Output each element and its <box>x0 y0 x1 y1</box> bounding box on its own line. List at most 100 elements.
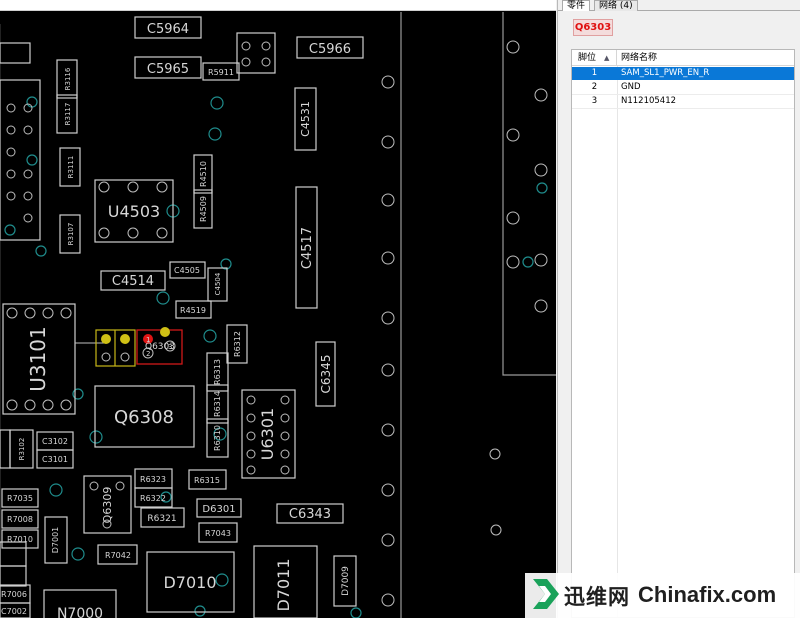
svg-text:R7035: R7035 <box>7 494 33 503</box>
component-C5966[interactable]: C5966 <box>296 36 364 59</box>
column-header-net[interactable]: 网络名称 <box>618 50 657 66</box>
svg-text:R3102: R3102 <box>18 438 26 461</box>
svg-text:R7010: R7010 <box>7 535 33 544</box>
svg-text:C7002: C7002 <box>1 607 27 616</box>
component-R3107[interactable]: R3107 <box>59 214 81 254</box>
component-Q6303[interactable]: 1 2 3 Q6303 <box>136 327 183 365</box>
component-R6312[interactable]: R6312 <box>226 324 248 364</box>
component-R6323[interactable]: R6323 <box>134 468 173 489</box>
component-R3117[interactable]: R3117 <box>56 94 78 134</box>
component-R7035[interactable]: R7035 <box>1 488 39 508</box>
component-U3101[interactable]: U3101 <box>2 303 76 415</box>
svg-text:R6313: R6313 <box>213 359 222 385</box>
panel-tabs: 零件 网络 (4) <box>558 0 800 11</box>
component-N7000[interactable]: N7000 <box>43 589 117 618</box>
svg-text:C4531: C4531 <box>299 101 312 137</box>
component-R3102[interactable]: R3102 <box>9 429 34 469</box>
svg-text:C5965: C5965 <box>147 62 189 77</box>
component-R7006[interactable]: R7006 <box>0 584 31 604</box>
pin-number: 1 <box>591 68 598 78</box>
pcb-canvas[interactable]: C5964 C5965 C5966 R5911 C4531 U4503 C451… <box>0 0 556 618</box>
component-C3102[interactable]: C3102 <box>36 431 74 451</box>
component-R6322[interactable]: R6322 <box>134 487 173 508</box>
svg-text:R6312: R6312 <box>233 331 242 357</box>
component-R7008[interactable]: R7008 <box>1 509 39 529</box>
table-row[interactable]: 3 N112105412 <box>572 95 794 108</box>
table-row[interactable]: 1 SAM_SL1_PWR_EN_R <box>572 67 794 80</box>
watermark-cn-text: 迅维网 <box>564 585 630 609</box>
svg-text:C3101: C3101 <box>42 455 68 464</box>
table-row[interactable]: 2 GND <box>572 81 794 94</box>
component-U4503[interactable]: U4503 <box>94 179 174 243</box>
svg-text:R6322: R6322 <box>140 494 166 503</box>
component-R3111[interactable]: R3111 <box>59 147 81 187</box>
svg-text:R4509: R4509 <box>199 196 208 222</box>
component-D7001[interactable]: D7001 <box>44 516 68 564</box>
component-D7011[interactable]: D7011 <box>253 545 318 618</box>
component-C5964[interactable]: C5964 <box>134 16 202 39</box>
svg-text:R3107: R3107 <box>67 223 75 246</box>
tab-part[interactable]: 零件 <box>562 0 591 11</box>
component-R4510[interactable]: R4510 <box>193 154 213 194</box>
tab-net[interactable]: 网络 (4) <box>594 0 638 11</box>
svg-text:C3102: C3102 <box>42 437 68 446</box>
part-name-badge: Q6303 <box>573 19 613 36</box>
svg-text:R6323: R6323 <box>140 475 166 484</box>
component-C4504[interactable]: C4504 <box>207 267 228 302</box>
connected-resistors-highlight[interactable] <box>95 329 136 367</box>
component-R4509[interactable]: R4509 <box>193 189 213 229</box>
component-C3101[interactable]: C3101 <box>36 449 74 469</box>
component-R6315[interactable]: R6315 <box>188 469 227 490</box>
svg-text:R3116: R3116 <box>64 67 72 90</box>
component-C7002[interactable]: C7002 <box>0 602 31 618</box>
svg-text:C4504: C4504 <box>214 272 222 295</box>
pin-number: 2 <box>591 82 598 92</box>
pin-number: 3 <box>591 96 598 106</box>
pin-net-table[interactable]: 脚位 ▲ 网络名称 1 SAM_SL1_PWR_EN_R 2 GND 3 N11… <box>571 49 795 618</box>
component-R7042[interactable]: R7042 <box>97 544 138 565</box>
component-C6343[interactable]: C6343 <box>276 503 344 524</box>
pcb-board-view[interactable]: C5964 C5965 C5966 R5911 C4531 U4503 C451… <box>0 0 556 618</box>
component-D6301[interactable]: D6301 <box>196 498 242 518</box>
svg-text:R6310: R6310 <box>213 425 222 451</box>
mounting-holes <box>381 40 548 607</box>
svg-text:C4517: C4517 <box>300 227 315 269</box>
svg-text:D6301: D6301 <box>202 504 235 515</box>
svg-text:R7043: R7043 <box>205 529 231 538</box>
component-C4517[interactable]: C4517 <box>295 186 318 309</box>
test-pads <box>4 96 548 618</box>
svg-text:C5964: C5964 <box>147 22 189 37</box>
net-name: SAM_SL1_PWR_EN_R <box>621 68 710 78</box>
svg-text:D7011: D7011 <box>274 558 293 611</box>
component-R7010[interactable]: R7010 <box>1 529 39 549</box>
svg-text:R7006: R7006 <box>1 590 27 599</box>
component-R5911[interactable]: R5911 <box>202 62 240 81</box>
svg-text:Q6308: Q6308 <box>114 407 174 428</box>
component-R3116[interactable]: R3116 <box>56 59 78 99</box>
component-R6321[interactable]: R6321 <box>140 507 185 528</box>
pcb-top-toolbar <box>0 0 556 11</box>
component-Q6309[interactable]: Q6309 <box>83 475 132 534</box>
component-D7010[interactable]: D7010 <box>146 551 235 613</box>
component-D7009[interactable]: D7009 <box>333 555 357 607</box>
svg-text:R5911: R5911 <box>208 68 234 77</box>
svg-text:Q6309: Q6309 <box>101 487 114 524</box>
component-C4505[interactable]: C4505 <box>169 261 206 279</box>
component-U6301[interactable]: U6301 <box>241 389 296 479</box>
component-C4514[interactable]: C4514 <box>100 270 166 291</box>
watermark: 迅维网 Chinafix.com <box>525 573 800 618</box>
svg-text:R3111: R3111 <box>67 156 75 179</box>
component-C4531[interactable]: C4531 <box>294 87 317 151</box>
svg-text:R4510: R4510 <box>199 161 208 187</box>
svg-text:R7042: R7042 <box>105 551 131 560</box>
svg-text:C6343: C6343 <box>289 507 331 522</box>
component-R4519[interactable]: R4519 <box>175 300 212 319</box>
svg-text:D7001: D7001 <box>51 527 60 554</box>
component-Q6308[interactable]: Q6308 <box>94 385 195 448</box>
component-R7043[interactable]: R7043 <box>198 522 238 543</box>
sort-ascending-icon: ▲ <box>604 54 610 62</box>
component-C5965[interactable]: C5965 <box>134 56 202 79</box>
svg-text:U6301: U6301 <box>258 408 277 460</box>
component-C6345[interactable]: C6345 <box>315 341 336 407</box>
column-header-pin[interactable]: 脚位 ▲ <box>572 50 617 66</box>
